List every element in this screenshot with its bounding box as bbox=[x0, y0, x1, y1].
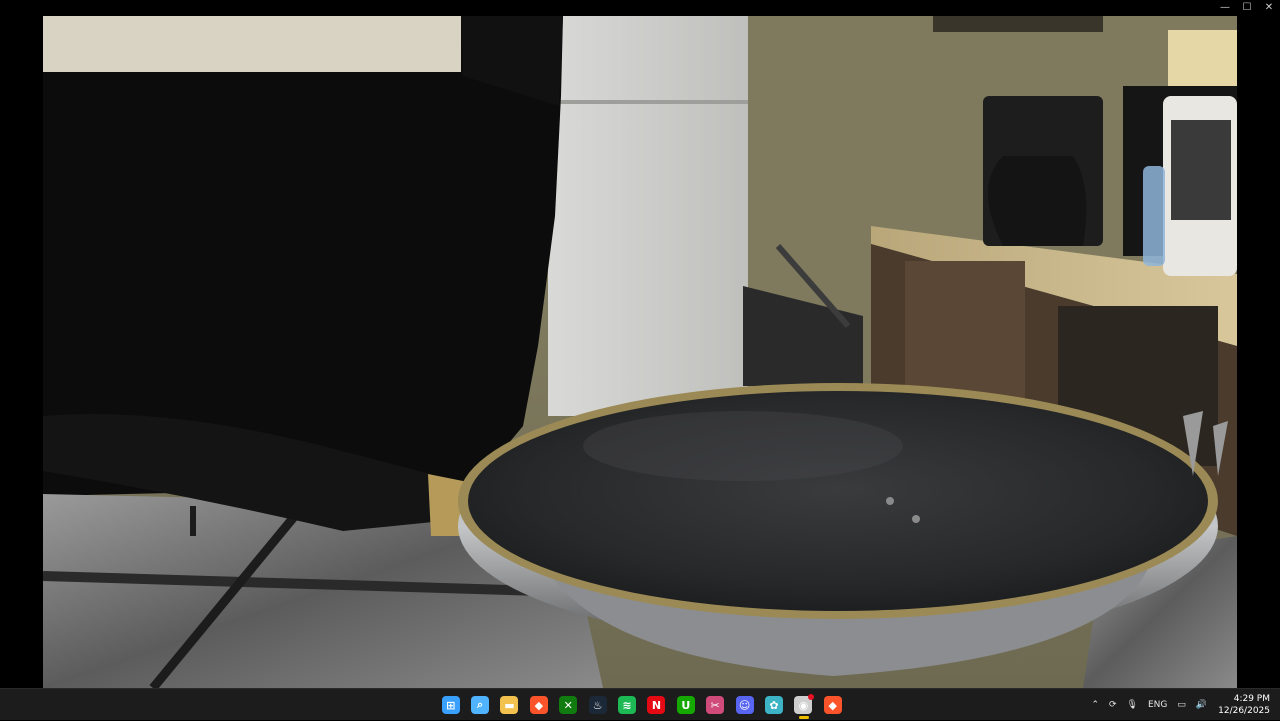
steam-icon: ♨ bbox=[588, 696, 607, 714]
close-button[interactable]: ✕ bbox=[1258, 0, 1280, 16]
brave-browser-button[interactable]: ◆ bbox=[524, 689, 553, 721]
minimize-button[interactable]: — bbox=[1214, 0, 1236, 16]
kettle bbox=[988, 156, 1087, 246]
windows-taskbar: ⊞ ⌕ ▬ ◆ ✕ ♨ ≋ N U ✂ ☺ ✿ ◉ ◆ ⌃ ⟳ 🎙 ENG ▭ 🔊 4:29 PM 12/… bbox=[0, 688, 1280, 720]
volume-icon[interactable]: 🔊 bbox=[1191, 689, 1212, 721]
snipping-tool-icon: ✂ bbox=[706, 696, 725, 714]
show-hidden-icons-chevron-icon[interactable]: ⌃ bbox=[1086, 689, 1104, 721]
taskbar-clock[interactable]: 4:29 PM 12/26/2025 bbox=[1212, 689, 1280, 721]
camera-feed-frame bbox=[43, 16, 1237, 688]
maximize-button[interactable]: ☐ bbox=[1236, 0, 1258, 16]
file-explorer-button[interactable]: ▬ bbox=[495, 689, 524, 721]
netflix-icon: N bbox=[647, 696, 666, 714]
refrigerator bbox=[548, 16, 748, 416]
palette-icon: ✿ bbox=[764, 696, 783, 714]
clock-time: 4:29 PM bbox=[1233, 694, 1270, 704]
language-indicator[interactable]: ENG bbox=[1143, 689, 1172, 721]
search-icon: ⌕ bbox=[471, 696, 490, 714]
taskbar-pinned-apps: ⊞ ⌕ ▬ ◆ ✕ ♨ ≋ N U ✂ ☺ ✿ ◉ ◆ bbox=[436, 689, 847, 721]
snipping-tool-button[interactable]: ✂ bbox=[701, 689, 730, 721]
discord-button[interactable]: ☺ bbox=[730, 689, 759, 721]
brave-browser-2-button[interactable]: ◆ bbox=[818, 689, 847, 721]
netflix-button[interactable]: N bbox=[642, 689, 671, 721]
xbox-button[interactable]: ✕ bbox=[554, 689, 583, 721]
video-viewport[interactable] bbox=[43, 16, 1237, 688]
sync-icon[interactable]: ⟳ bbox=[1104, 689, 1122, 721]
system-tray: ⌃ ⟳ 🎙 ENG ▭ 🔊 4:29 PM 12/26/2025 bbox=[1086, 689, 1280, 721]
microphone-icon[interactable]: 🎙 bbox=[1122, 689, 1143, 721]
brave-lion-icon: ◆ bbox=[823, 696, 842, 714]
water-bottle bbox=[1143, 166, 1165, 266]
windows-logo-icon: ⊞ bbox=[441, 696, 460, 714]
folder-icon: ▬ bbox=[500, 696, 519, 714]
window-controls: — ☐ ✕ bbox=[1214, 0, 1280, 16]
xbox-icon: ✕ bbox=[559, 696, 578, 714]
obs-button[interactable]: ◉ bbox=[789, 689, 818, 721]
display-icon[interactable]: ▭ bbox=[1172, 689, 1191, 721]
window-titlebar: — ☐ ✕ bbox=[0, 0, 1280, 16]
spotify-icon: ≋ bbox=[618, 696, 637, 714]
search-button[interactable]: ⌕ bbox=[465, 689, 494, 721]
start-button[interactable]: ⊞ bbox=[436, 689, 465, 721]
paint-button[interactable]: ✿ bbox=[759, 689, 788, 721]
clock-date: 12/26/2025 bbox=[1218, 706, 1270, 716]
discord-icon: ☺ bbox=[735, 696, 754, 714]
upwork-icon: U bbox=[676, 696, 695, 714]
steam-button[interactable]: ♨ bbox=[583, 689, 612, 721]
brave-lion-icon: ◆ bbox=[529, 696, 548, 714]
notification-dot-icon bbox=[808, 694, 815, 700]
upwork-button[interactable]: U bbox=[671, 689, 700, 721]
spotify-button[interactable]: ≋ bbox=[612, 689, 641, 721]
